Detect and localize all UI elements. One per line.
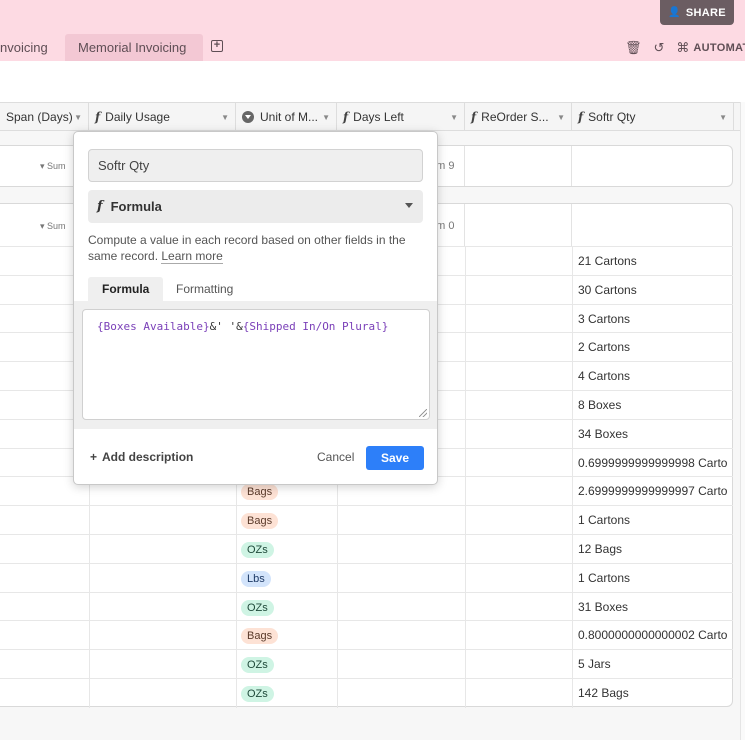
plus-icon: + <box>90 450 98 464</box>
column-daily-usage[interactable]: f Daily Usage ▼ <box>89 103 236 131</box>
automation-label: AUTOMAT <box>693 42 745 54</box>
formula-icon: f <box>97 199 103 214</box>
single-select-icon <box>242 111 254 123</box>
grid-header: Span (Days) ▼ f Daily Usage ▼ Unit of M.… <box>0 102 745 131</box>
softr-qty-cell[interactable]: 2 Cartons <box>578 340 728 354</box>
user-add-icon: 👤 <box>668 7 681 18</box>
softr-qty-cell[interactable]: 1 Cartons <box>578 571 728 585</box>
softr-qty-cell[interactable]: 21 Cartons <box>578 254 728 268</box>
add-table-icon[interactable]: + <box>211 40 223 52</box>
chevron-down-icon[interactable]: ▼ <box>450 113 458 122</box>
column-softr-qty[interactable]: f Softr Qty ▼ <box>572 103 734 131</box>
formula-editor-panel: {Boxes Available}&' '&{Shipped In/On Plu… <box>74 301 437 429</box>
unit-pill: OZs <box>241 599 274 616</box>
softr-qty-cell[interactable]: 0.8000000000000002 Carto... <box>578 628 728 642</box>
chevron-down-icon[interactable]: ▼ <box>719 113 727 122</box>
softr-qty-cell[interactable]: 142 Bags <box>578 686 728 700</box>
field-config-popup: Softr Qty f Formula Compute a value in e… <box>73 131 438 485</box>
unit-pill: Lbs <box>241 570 271 587</box>
table-row[interactable]: Bags 1 Cartons <box>0 505 733 536</box>
softr-qty-cell[interactable]: 0.6999999999999998 Carto... <box>578 456 728 470</box>
automation-icon: ⌘ <box>676 40 690 55</box>
tab-invoicing[interactable]: nvoicing <box>0 34 60 61</box>
softr-qty-cell[interactable]: 12 Bags <box>578 542 728 556</box>
softr-qty-cell[interactable]: 31 Boxes <box>578 600 728 614</box>
table-row[interactable]: OZs 12 Bags <box>0 534 733 564</box>
tab-memorial-invoicing[interactable]: Memorial Invoicing <box>65 34 203 61</box>
summary-label: Sum <box>47 161 66 171</box>
unit-pill: OZs <box>241 657 274 674</box>
column-label: Span (Days) <box>6 110 73 124</box>
share-label: SHARE <box>685 6 726 19</box>
softr-qty-cell[interactable]: 34 Boxes <box>578 427 728 441</box>
table-row[interactable]: Bags 0.8000000000000002 Carto... <box>0 620 733 651</box>
table-row[interactable]: Lbs 1 Cartons <box>0 562 733 593</box>
table-row[interactable]: OZs 31 Boxes <box>0 591 733 622</box>
tab-label: nvoicing <box>0 40 48 55</box>
table-row[interactable]: OZs 142 Bags <box>0 678 733 708</box>
softr-qty-cell[interactable]: 3 Cartons <box>578 312 728 326</box>
app-header: 👤 SHARE nvoicing Memorial Invoicing + 🗑 … <box>0 0 745 61</box>
formula-icon: f <box>471 110 477 124</box>
field-type-select[interactable]: f Formula <box>88 190 423 223</box>
formula-field-ref: {Boxes Available} <box>97 320 210 333</box>
chevron-down-icon[interactable]: ▼ <box>322 113 330 122</box>
formula-icon: f <box>343 110 349 124</box>
column-unit-of-measure[interactable]: Unit of M... ▼ <box>236 103 337 131</box>
formula-operator: &' '& <box>209 320 243 333</box>
formula-field-ref: {Shipped In/On Plural} <box>242 320 389 333</box>
table-row[interactable]: OZs 5 Jars <box>0 649 733 680</box>
unit-pill: Bags <box>241 513 279 530</box>
formula-editor[interactable]: {Boxes Available}&' '&{Shipped In/On Plu… <box>82 309 430 420</box>
cancel-button[interactable]: Cancel <box>317 450 354 464</box>
column-label: Days Left <box>353 110 404 124</box>
scrollbar[interactable] <box>740 102 745 740</box>
tab-label: Memorial Invoicing <box>78 40 187 55</box>
softr-qty-cell[interactable]: 1 Cartons <box>578 513 728 527</box>
summary-dropdown[interactable]: ▾ Sum <box>40 221 66 232</box>
learn-more-link[interactable]: Learn more <box>161 249 223 264</box>
softr-qty-cell[interactable]: 2.6999999999999997 Carto... <box>578 484 728 498</box>
add-description-label: Add description <box>102 450 194 464</box>
field-type-description: Compute a value in each record based on … <box>88 232 418 264</box>
trash-icon[interactable]: 🗑 <box>625 40 642 56</box>
summary-dropdown[interactable]: ▾ Sum <box>40 161 66 172</box>
share-button[interactable]: 👤 SHARE <box>660 0 734 25</box>
column-label: Daily Usage <box>105 110 170 124</box>
chevron-down-icon <box>405 203 413 208</box>
tab-formula[interactable]: Formula <box>88 277 164 301</box>
column-label: ReOrder S... <box>481 110 549 124</box>
column-reorder[interactable]: f ReOrder S... ▼ <box>465 103 572 131</box>
softr-qty-cell[interactable]: 4 Cartons <box>578 369 728 383</box>
softr-qty-cell[interactable]: 5 Jars <box>578 657 728 671</box>
softr-qty-cell[interactable]: 8 Boxes <box>578 398 728 412</box>
unit-pill: OZs <box>241 542 274 558</box>
unit-pill: Bags <box>241 628 279 645</box>
chevron-down-icon[interactable]: ▼ <box>221 113 229 122</box>
formula-icon: f <box>578 110 584 124</box>
column-days-left[interactable]: f Days Left ▼ <box>337 103 465 131</box>
field-name-input[interactable]: Softr Qty <box>88 149 423 182</box>
description-text: Compute a value in each record based on … <box>88 233 406 263</box>
field-type-label: Formula <box>110 199 162 214</box>
unit-pill: OZs <box>241 686 274 702</box>
tab-formatting[interactable]: Formatting <box>162 277 247 301</box>
unit-pill: Bags <box>241 484 279 501</box>
add-description-button[interactable]: + Add description <box>90 450 193 464</box>
history-icon[interactable]: ↺ <box>654 40 665 56</box>
softr-qty-cell[interactable]: 30 Cartons <box>578 283 728 297</box>
view-toolbar <box>0 61 745 102</box>
column-label: Softr Qty <box>588 110 636 124</box>
summary-label: Sum <box>47 221 66 231</box>
column-label: Unit of M... <box>260 110 319 124</box>
formula-icon: f <box>95 110 101 124</box>
save-button[interactable]: Save <box>366 446 424 470</box>
column-span-days[interactable]: Span (Days) ▼ <box>0 103 89 131</box>
automation-button[interactable]: ⌘ AUTOMAT <box>676 40 745 56</box>
chevron-down-icon[interactable]: ▼ <box>557 113 565 122</box>
resize-handle-icon[interactable] <box>419 409 427 417</box>
chevron-down-icon[interactable]: ▼ <box>74 113 82 122</box>
